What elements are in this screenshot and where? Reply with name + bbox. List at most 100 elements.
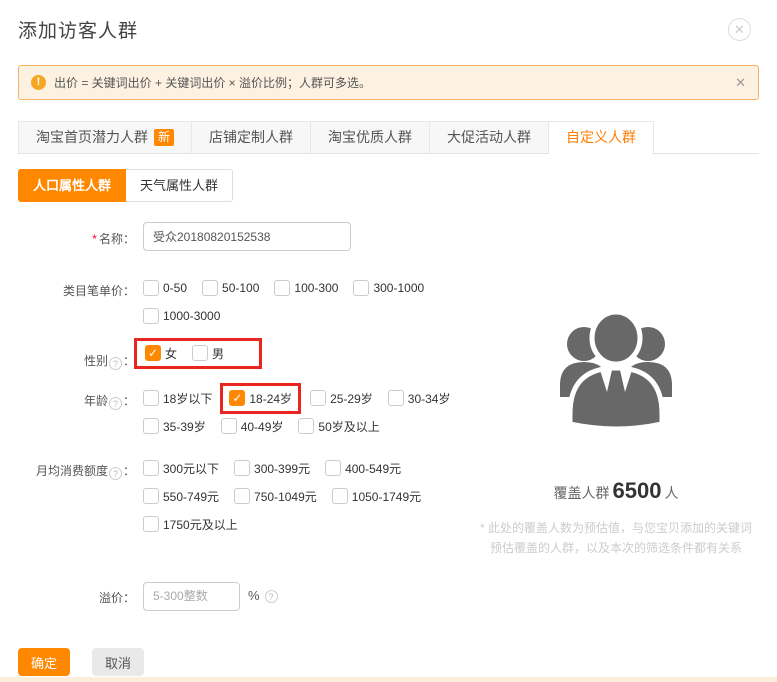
checkbox-option-label: 40-49岁 (240, 419, 284, 434)
checkbox-checked-icon[interactable]: ✓ (145, 345, 161, 361)
cancel-button[interactable]: 取消 (92, 648, 145, 676)
checkbox-option[interactable]: 35-39岁 (143, 418, 206, 435)
coverage-unit: 人 (664, 485, 679, 501)
checkbox-option[interactable]: 50-100 (202, 280, 259, 296)
checkbox-option[interactable]: 50岁及以上 (298, 418, 380, 435)
checkbox-option[interactable]: ✓ 女 (145, 345, 177, 362)
confirm-button[interactable]: 确定 (18, 648, 71, 676)
checkbox-option[interactable]: 18岁以下 (143, 390, 212, 407)
coverage-note: * 此处的覆盖人数为预估值，与您宝贝添加的关键词预估覆盖的人群，以及本次的筛选条… (480, 521, 753, 555)
checkbox-option[interactable]: 750-1049元 (234, 488, 317, 505)
tab-taobao-quality[interactable]: 淘宝优质人群 (311, 121, 431, 153)
dialog-header: 添加访客人群 ✕ (18, 16, 759, 43)
checkbox-option-label: 30-34岁 (407, 391, 451, 406)
checkbox-row: 18岁以下 ✓ 18-24岁 25-29岁 30-34岁 (143, 382, 473, 414)
checkbox-option[interactable]: 1050-1749元 (331, 488, 421, 505)
checkbox-option[interactable]: 1750元及以上 (143, 516, 238, 533)
checkbox-icon[interactable] (310, 390, 327, 406)
tab-label: 淘宝首页潜力人群 (36, 129, 148, 145)
tab-taobao-homepage-potential[interactable]: 淘宝首页潜力人群 新 (18, 121, 193, 153)
checkbox-option[interactable]: 550-749元 (143, 488, 219, 505)
checkbox-icon[interactable] (192, 345, 209, 361)
checkbox-icon[interactable] (143, 488, 159, 504)
checkbox-row: ✓ 女男 (134, 337, 263, 369)
page-background-strip (0, 677, 777, 682)
checkbox-option[interactable]: 30-34岁 (387, 390, 451, 407)
checkbox-option-label: 50岁及以上 (318, 419, 380, 434)
help-icon[interactable]: ? (264, 589, 278, 603)
notice-text: 出价 = 关键词出价 + 关键词出价 × 溢价比例；人群可多选。 (54, 76, 372, 90)
checkbox-option-label: 25-29岁 (330, 391, 373, 406)
checkbox-option[interactable]: 100-300 (274, 280, 338, 296)
checkbox-icon[interactable] (234, 488, 251, 504)
checkbox-option[interactable]: 40-49岁 (220, 418, 284, 435)
help-icon[interactable]: ? (108, 467, 122, 480)
warning-icon: ! (31, 75, 46, 90)
checkbox-icon[interactable] (143, 460, 159, 476)
checkbox-icon[interactable] (143, 390, 159, 406)
premium-input[interactable] (143, 581, 240, 611)
checkbox-icon[interactable] (220, 418, 237, 434)
checkbox-icon[interactable] (353, 280, 370, 296)
notice-close-icon[interactable]: ✕ (735, 75, 746, 91)
checkbox-icon[interactable] (331, 488, 348, 504)
new-badge: 新 (154, 129, 175, 146)
tab-custom-audience[interactable]: 自定义人群 (549, 121, 655, 154)
help-icon[interactable]: ? (108, 397, 122, 410)
checkbox-icon[interactable] (234, 460, 251, 476)
checkbox-option-label: 300-1000 (373, 281, 425, 295)
checkbox-option-label: 400-549元 (345, 461, 402, 476)
tab-label: 淘宝优质人群 (328, 129, 413, 145)
bid-notice-bar: ! 出价 = 关键词出价 + 关键词出价 × 溢价比例；人群可多选。 ✕ (18, 65, 759, 100)
subtab-weather-audience[interactable]: 天气属性人群 (126, 169, 234, 202)
checkbox-option[interactable]: 1000-3000 (143, 308, 220, 324)
checkbox-option[interactable]: 男 (192, 345, 224, 362)
checkbox-icon[interactable] (298, 418, 315, 434)
checkbox-icon[interactable] (202, 280, 219, 296)
tab-promotion-activity[interactable]: 大促活动人群 (430, 121, 550, 153)
checkbox-option[interactable]: 300-1000 (353, 280, 424, 296)
checkbox-icon[interactable] (143, 280, 159, 296)
monthly-spend-label: 月均消费额度?： (35, 464, 135, 480)
coverage-value: 6500 (612, 478, 662, 503)
checkbox-option-label: 750-1049元 (254, 489, 317, 504)
checkbox-option-label: 300-399元 (254, 461, 311, 476)
dialog-close-icon[interactable]: ✕ (728, 18, 751, 41)
checkbox-option[interactable]: 300元以下 (143, 460, 219, 477)
checkbox-row: 550-749元 750-1049元 1050-1749元 (143, 482, 473, 510)
checkbox-icon[interactable] (387, 390, 404, 406)
checkbox-option-label: 550-749元 (163, 489, 220, 504)
checkbox-option[interactable]: 400-549元 (325, 460, 401, 477)
checkbox-icon[interactable] (325, 460, 342, 476)
checkbox-row: 0-50 50-100 100-300 300-1000 (143, 274, 473, 302)
checkbox-option-label: 0-50 (163, 281, 188, 295)
audience-name-input[interactable] (143, 222, 351, 251)
checkbox-option-label: 300元以下 (163, 461, 220, 476)
checkbox-row: 1000-3000 (143, 302, 473, 330)
tab-shop-custom[interactable]: 店铺定制人群 (192, 121, 312, 153)
checkbox-option-label: 100-300 (294, 281, 339, 295)
unit-price-row: 类目笔单价： 0-50 50-100 100-300 300-1000 1000-300… (18, 274, 473, 330)
checkbox-icon[interactable] (143, 418, 159, 434)
help-icon[interactable]: ? (108, 357, 122, 370)
checkbox-checked-icon[interactable]: ✓ (229, 390, 246, 406)
checkbox-option-label: 女 (165, 346, 178, 361)
checkbox-option[interactable]: 25-29岁 (310, 390, 373, 407)
subtab-group: 人口属性人群 天气属性人群 (18, 169, 759, 202)
age-row: 年龄?： 18岁以下 ✓ 18-24岁 25-29岁 30-34岁 35-39岁 40-49… (18, 382, 473, 440)
monthly-spend-options: 300元以下 300-399元 400-549元 550-749元 750-1049元 1… (143, 454, 473, 538)
gender-options: ✓ 女男 (134, 337, 473, 370)
checkbox-option[interactable]: 0-50 (143, 280, 187, 296)
checkbox-icon[interactable] (143, 516, 159, 532)
checkbox-option-label: 1000-3000 (163, 309, 221, 323)
name-label: * 名称： (92, 232, 135, 246)
subtab-demographic-audience[interactable]: 人口属性人群 (18, 169, 127, 202)
checkbox-option[interactable]: ✓ 18-24岁 (220, 382, 302, 414)
coverage-label: 覆盖人群 (553, 485, 610, 501)
checkbox-option[interactable]: 300-399元 (234, 460, 310, 477)
checkbox-icon[interactable] (274, 280, 291, 296)
audience-tab-bar: 淘宝首页潜力人群 新 店铺定制人群 淘宝优质人群 大促活动人群 自定义人群 (18, 121, 759, 154)
checkbox-icon[interactable] (143, 308, 159, 324)
audience-form: *名称： 类目笔单价： 0-50 50-100 100-300 300-1000 100… (18, 222, 473, 676)
checkbox-row: 300元以下 300-399元 400-549元 (143, 454, 473, 482)
